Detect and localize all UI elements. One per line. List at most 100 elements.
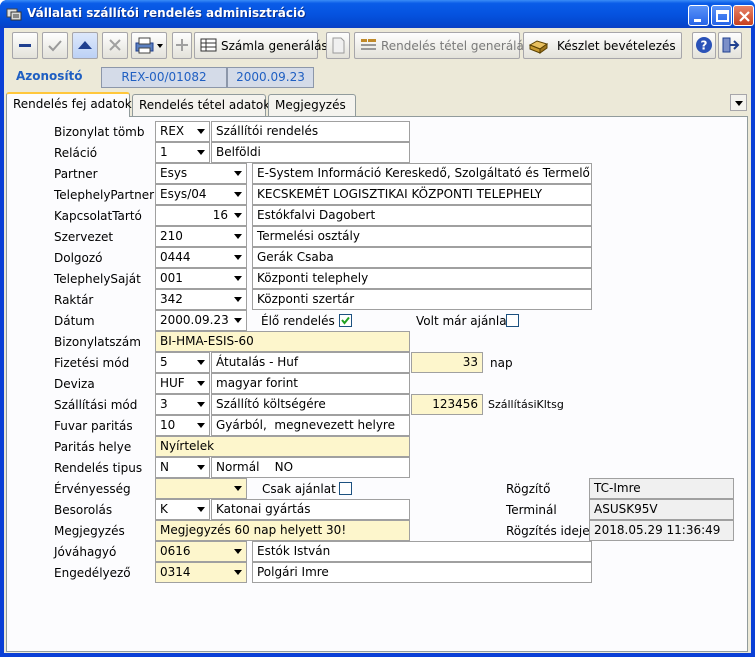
fuvar-paritas-select[interactable]: 10	[155, 415, 210, 436]
megjegyzes-input[interactable]: Megjegyzés 60 nap helyett 30!	[155, 520, 410, 541]
relacio-label: Reláció	[54, 146, 98, 160]
form-panel: Bizonylat tömb REX Szállítói rendelés Re…	[6, 116, 748, 652]
title-bar[interactable]: Vállalati szállítói rendelés adminisztrá…	[0, 0, 755, 28]
chevron-down-icon	[197, 465, 205, 470]
fizetesi-mod-label: Fizetési mód	[54, 356, 130, 370]
raktar-code: 342	[160, 292, 183, 306]
document-button[interactable]	[326, 32, 350, 59]
bizonylat-tomb-select[interactable]: REX	[155, 121, 210, 142]
chevron-down-icon	[234, 570, 242, 575]
rogzito-label: Rögzítő	[506, 482, 551, 496]
relacio-desc: Belföldi	[211, 142, 410, 163]
document-icon	[332, 37, 345, 54]
szallitasi-mod-desc: Szállító költségére	[211, 394, 410, 415]
help-button[interactable]: ?	[692, 32, 716, 59]
partner-select[interactable]: Esys	[155, 163, 247, 184]
fuvar-paritas-label: Fuvar paritás	[54, 419, 133, 433]
csak-ajanlat-checkbox[interactable]	[339, 482, 352, 495]
exit-button[interactable]	[718, 32, 742, 59]
tab-header-data[interactable]: Rendelés fej adatok	[6, 92, 132, 117]
bizonylat-tomb-label: Bizonylat tömb	[54, 125, 145, 139]
tab-menu-button[interactable]	[730, 94, 747, 111]
minus-button[interactable]	[12, 32, 38, 59]
chevron-down-icon	[234, 318, 242, 323]
up-button[interactable]	[72, 32, 98, 59]
telephely-partner-code: Esys/04	[160, 187, 207, 201]
chevron-down-icon	[197, 360, 205, 365]
minimize-icon	[694, 19, 701, 22]
rendeles-tipus-select[interactable]: N	[155, 457, 210, 478]
app-window: Vállalati szállítói rendelés adminisztrá…	[0, 0, 755, 657]
jovahagyo-label: Jóváhagyó	[54, 545, 117, 559]
dolgozo-desc: Gerák Csaba	[252, 247, 592, 268]
szallitasi-mod-select[interactable]: 3	[155, 394, 210, 415]
relacio-code: 1	[160, 145, 168, 159]
list-icon	[361, 39, 376, 50]
fuvar-paritas-desc: Gyárból, megnevezett helyre	[211, 415, 410, 436]
chevron-down-icon	[234, 255, 242, 260]
jovahagyo-select[interactable]: 0616	[155, 541, 247, 562]
besorolas-select[interactable]: K	[155, 499, 210, 520]
volt-ajanlat-label: Volt már ajánlat	[416, 314, 512, 328]
tab-item-data[interactable]: Rendelés tétel adatok	[132, 94, 270, 116]
datum-picker[interactable]: 2000.09.23	[155, 310, 247, 331]
szervezet-select[interactable]: 210	[155, 226, 247, 247]
bizonylat-tomb-desc: Szállítói rendelés	[211, 121, 410, 142]
paritas-helye-input[interactable]: Nyírtelek	[155, 436, 410, 457]
add-button[interactable]	[172, 32, 192, 59]
bizonylatszam-input[interactable]: BI-HMA-ESIS-60	[155, 331, 410, 352]
szervezet-desc: Termelési osztály	[252, 226, 592, 247]
fuvar-paritas-code: 10	[160, 418, 176, 432]
dolgozo-select[interactable]: 0444	[155, 247, 247, 268]
chevron-down-icon	[234, 234, 242, 239]
szervezet-code: 210	[160, 229, 183, 243]
identifier-date: 2000.09.23	[227, 67, 314, 88]
tab-notes[interactable]: Megjegyzés	[268, 94, 356, 116]
telephely-partner-label: TelephelyPartner	[54, 188, 155, 202]
item-generate-button[interactable]: Rendelés tétel generálás	[354, 32, 530, 59]
close-button[interactable]	[733, 5, 754, 26]
telephely-sajat-code: 001	[160, 271, 183, 285]
szallitasi-mod-label: Szállítási mód	[54, 398, 138, 412]
volt-ajanlat-checkbox[interactable]	[506, 314, 519, 327]
identifier-label: Azonosító	[16, 69, 83, 83]
rendeles-tipus-desc: Normál NO	[211, 457, 410, 478]
chevron-down-icon	[234, 213, 242, 218]
dolgozo-label: Dolgozó	[54, 251, 103, 265]
minimize-button[interactable]	[688, 5, 709, 26]
chevron-down-icon	[234, 486, 242, 491]
relacio-select[interactable]: 1	[155, 142, 210, 163]
elo-rendeles-checkbox[interactable]	[339, 314, 352, 327]
chevron-down-icon	[234, 192, 242, 197]
kapcsolattarto-label: KapcsolatTartó	[54, 209, 142, 223]
check-icon	[48, 40, 62, 52]
rogzites-ideje-label: Rögzítés ideje	[506, 524, 590, 538]
megjegyzes-label: Megjegyzés	[54, 524, 125, 538]
engedelyezo-select[interactable]: 0314	[155, 562, 247, 583]
confirm-button[interactable]	[42, 32, 68, 59]
szallitasi-koltseg-input[interactable]: 123456	[411, 394, 483, 415]
chevron-down-icon	[234, 297, 242, 302]
telephely-sajat-select[interactable]: 001	[155, 268, 247, 289]
stock-receive-button[interactable]: Készlet bevételezés	[523, 32, 682, 59]
telephely-partner-desc: KECSKEMÉT LOGISZTIKAI KÖZPONTI TELEPHELY	[252, 184, 592, 205]
print-button[interactable]	[131, 32, 167, 59]
chevron-down-icon	[197, 402, 205, 407]
fizetesi-napok-input[interactable]: 33	[411, 352, 483, 373]
fizetesi-mod-select[interactable]: 5	[155, 352, 210, 373]
up-arrow-icon	[78, 41, 92, 49]
invoice-generate-button[interactable]: Számla generálás	[194, 32, 328, 59]
ervenyesseg-picker[interactable]	[155, 478, 247, 499]
checkmark-icon	[341, 316, 350, 325]
deviza-select[interactable]: HUF	[155, 373, 210, 394]
exit-icon	[722, 37, 740, 53]
jovahagyo-desc: Estók István	[252, 541, 592, 562]
raktar-select[interactable]: 342	[155, 289, 247, 310]
rendeles-tipus-code: N	[160, 460, 169, 474]
chevron-down-icon	[197, 423, 205, 428]
kapcsolattarto-select[interactable]: 16	[155, 205, 247, 226]
telephely-partner-select[interactable]: Esys/04	[155, 184, 247, 205]
delete-button[interactable]	[102, 32, 128, 59]
chevron-down-icon	[234, 171, 242, 176]
maximize-button[interactable]	[711, 5, 732, 26]
